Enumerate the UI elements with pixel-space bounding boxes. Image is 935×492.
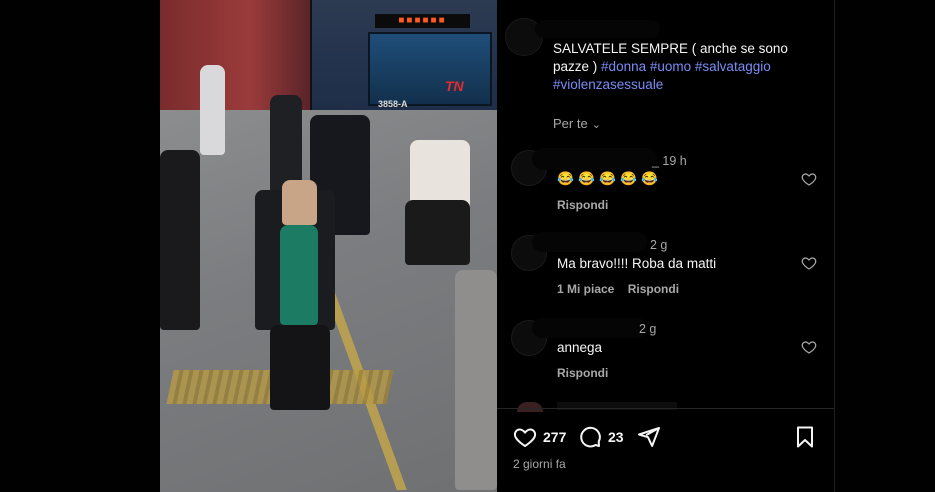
video-person-woman-skirt: [405, 200, 470, 265]
video-train-window: [368, 32, 492, 106]
for-you-dropdown[interactable]: Per te ⌄: [553, 116, 601, 131]
comment-time: 2 g: [650, 238, 668, 252]
video-person-right: [455, 270, 497, 490]
video-train-destination-sign: ■■■■■■: [375, 14, 470, 28]
heart-icon[interactable]: [801, 171, 817, 187]
hashtag-violenzasessuale[interactable]: #violenzasessuale: [553, 77, 663, 92]
likes-count[interactable]: 277: [543, 429, 566, 445]
comment-username-redacted: [532, 148, 657, 170]
post-video[interactable]: ■■■■■■ TN 3858-A: [160, 0, 497, 492]
comment-username-redacted: [532, 318, 647, 338]
hashtag-uomo[interactable]: #uomo: [650, 59, 691, 74]
laughing-emoji-icon: 😂: [599, 171, 616, 187]
heart-icon[interactable]: [801, 339, 817, 355]
post-date: 2 giorni fa: [513, 457, 566, 471]
comment-text: annega: [557, 340, 603, 355]
comments-count[interactable]: 23: [608, 429, 624, 445]
laughing-emoji-icon: 😂: [641, 171, 658, 187]
modal-right-border: [834, 0, 835, 492]
for-you-label: Per te: [553, 116, 588, 131]
reply-button[interactable]: Rispondi: [557, 366, 608, 380]
comment-emoji-row: 😂 😂 😂 😂 😂: [557, 171, 662, 187]
comment-text: Ma bravo!!!! Roba da matti: [557, 256, 717, 271]
reply-button[interactable]: Rispondi: [628, 282, 679, 296]
hashtag-salvataggio[interactable]: #salvataggio: [695, 59, 771, 74]
comment-actions: Rispondi: [557, 198, 618, 212]
comment-bubble-icon[interactable]: [578, 425, 602, 449]
post-side-panel: SALVATELE SEMPRE ( anche se sono pazze )…: [497, 0, 834, 492]
laughing-emoji-icon: 😂: [578, 171, 595, 187]
comment-time: 2 g: [639, 322, 657, 336]
video-person: [200, 65, 225, 155]
bookmark-icon[interactable]: [793, 425, 817, 449]
video-person-foreground-shirt: [280, 225, 318, 325]
comment-username-redacted: [532, 232, 647, 252]
heart-icon[interactable]: [801, 255, 817, 271]
video-broadcaster-logo: TN: [445, 78, 464, 94]
comment-actions: Rispondi: [557, 366, 618, 380]
comment-actions: 1 Mi piace Rispondi: [557, 282, 689, 296]
author-username-redacted: [535, 20, 660, 38]
send-icon[interactable]: [637, 425, 661, 449]
video-person-foreground-legs: [270, 325, 330, 410]
laughing-emoji-icon: 😂: [557, 171, 574, 187]
video-person: [160, 150, 200, 330]
video-train-code: 3858-A: [378, 99, 408, 109]
comment-time: _ 19 h: [652, 154, 687, 168]
chevron-down-icon: ⌄: [591, 119, 601, 131]
laughing-emoji-icon: 😂: [620, 171, 637, 187]
post-caption: SALVATELE SEMPRE ( anche se sono pazze )…: [553, 40, 823, 94]
comment-likes-button[interactable]: 1 Mi piace: [557, 282, 614, 296]
heart-icon[interactable]: [513, 425, 537, 449]
reply-button[interactable]: Rispondi: [557, 198, 608, 212]
comment-avatar-partial: [517, 402, 543, 412]
video-person-foreground-head: [282, 180, 317, 225]
hashtag-donna[interactable]: #donna: [601, 59, 646, 74]
actions-divider: [497, 408, 834, 409]
